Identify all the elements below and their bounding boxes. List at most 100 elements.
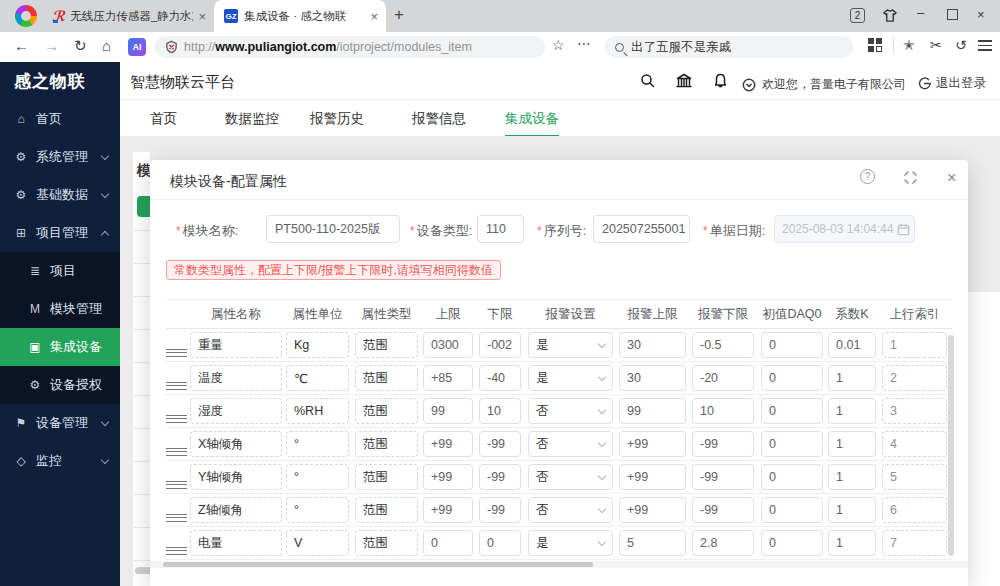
cell-adown[interactable]: 2.8 <box>692 530 754 556</box>
cell-init[interactable]: 0 <box>761 431 823 457</box>
cell-name[interactable]: Y轴倾角 <box>190 464 282 490</box>
cell-idx[interactable]: 5 <box>882 464 947 490</box>
cell-adown[interactable]: 10 <box>692 398 754 424</box>
cell-unit[interactable]: %RH <box>286 398 349 424</box>
cell-idx[interactable]: 4 <box>882 431 947 457</box>
cell-unit[interactable]: ° <box>286 497 349 523</box>
window-minimize-button[interactable]: – <box>917 5 924 20</box>
cell-init[interactable]: 0 <box>761 464 823 490</box>
browser-tab-inactive[interactable]: ℛ 无线压力传感器_静力水准仪_ × <box>42 0 214 32</box>
cell-init[interactable]: 0 <box>761 332 823 358</box>
drag-handle-icon[interactable] <box>166 481 187 489</box>
tab1-close-icon[interactable]: × <box>198 9 206 24</box>
apps-grid-icon[interactable] <box>868 38 883 53</box>
cell-down[interactable]: -40 <box>479 365 521 391</box>
cell-aup[interactable]: 5 <box>619 530 686 556</box>
window-maximize-button[interactable] <box>947 9 958 20</box>
cell-coef[interactable]: 1 <box>828 530 876 556</box>
home-button[interactable]: ⌂ <box>102 37 111 54</box>
cell-coef[interactable]: 1 <box>828 464 876 490</box>
cell-down[interactable]: -99 <box>479 497 521 523</box>
cell-up[interactable]: +99 <box>423 497 473 523</box>
cell-init[interactable]: 0 <box>761 365 823 391</box>
cell-down[interactable]: -99 <box>479 431 521 457</box>
cell-name[interactable]: 重量 <box>190 332 282 358</box>
cell-adown[interactable]: -99 <box>692 497 754 523</box>
tab-3[interactable]: 报警信息 <box>412 110 466 128</box>
cell-up[interactable]: 0 <box>423 530 473 556</box>
tab-1[interactable]: 数据监控 <box>225 110 279 128</box>
drag-handle-icon[interactable] <box>166 415 187 423</box>
cell-type[interactable]: 范围 <box>355 464 418 490</box>
header-bell-icon[interactable] <box>713 73 728 92</box>
cell-idx[interactable]: 1 <box>882 332 947 358</box>
more-options-icon[interactable]: ⋯ <box>577 35 592 51</box>
browser-logo-icon[interactable] <box>15 5 37 27</box>
cell-type[interactable]: 范围 <box>355 497 418 523</box>
cell-unit[interactable]: ℃ <box>286 365 349 391</box>
cell-alarm[interactable]: 否 <box>528 497 613 523</box>
cell-up[interactable]: 0300 <box>423 332 473 358</box>
drag-handle-icon[interactable] <box>166 349 187 357</box>
back-button[interactable]: ← <box>14 37 29 54</box>
cell-up[interactable]: +99 <box>423 464 473 490</box>
cell-coef[interactable]: 1 <box>828 431 876 457</box>
cell-up[interactable]: +85 <box>423 365 473 391</box>
cell-unit[interactable]: Kg <box>286 332 349 358</box>
cell-down[interactable]: 0 <box>479 530 521 556</box>
cell-up[interactable]: +99 <box>423 431 473 457</box>
cell-idx[interactable]: 7 <box>882 530 947 556</box>
sidebar-item-4[interactable]: ≣项目 <box>0 252 120 290</box>
cell-alarm[interactable]: 否 <box>528 431 613 457</box>
cell-alarm[interactable]: 是 <box>528 332 613 358</box>
cell-coef[interactable]: 0.01 <box>828 332 876 358</box>
cell-idx[interactable]: 3 <box>882 398 947 424</box>
cell-down[interactable]: -99 <box>479 464 521 490</box>
browser-tab-active[interactable]: GZ 集成设备 · 感之物联 × <box>214 0 386 32</box>
cell-type[interactable]: 范围 <box>355 431 418 457</box>
cell-aup[interactable]: 30 <box>619 365 686 391</box>
bookmark-star-icon[interactable]: ☆ <box>552 37 565 53</box>
table-vertical-scrollbar[interactable] <box>948 335 954 556</box>
drag-handle-icon[interactable] <box>166 514 187 522</box>
cell-aup[interactable]: +99 <box>619 464 686 490</box>
logout-button[interactable]: 退出登录 <box>918 75 986 92</box>
form-input-1[interactable]: 110 <box>477 215 524 243</box>
form-input-2[interactable]: 202507255001 <box>593 215 690 243</box>
cell-init[interactable]: 0 <box>761 398 823 424</box>
history-undo-icon[interactable]: ↺ <box>955 37 967 53</box>
cell-init[interactable]: 0 <box>761 497 823 523</box>
cell-type[interactable]: 范围 <box>355 530 418 556</box>
dialog-close-icon[interactable]: × <box>947 169 956 187</box>
address-bar[interactable]: http://www.puliangiot.com/iotproject/mod… <box>155 36 545 58</box>
cell-down[interactable]: -002 <box>479 332 521 358</box>
ai-assistant-icon[interactable]: AI <box>128 38 146 56</box>
cell-idx[interactable]: 6 <box>882 497 947 523</box>
cell-alarm[interactable]: 是 <box>528 530 613 556</box>
cell-type[interactable]: 范围 <box>355 332 418 358</box>
cell-aup[interactable]: +99 <box>619 431 686 457</box>
tab-count-badge[interactable]: 2 <box>850 8 865 23</box>
tab2-close-icon[interactable]: × <box>370 9 378 24</box>
tab-4[interactable]: 集成设备 <box>505 110 559 128</box>
fullscreen-icon[interactable] <box>904 171 917 184</box>
sidebar-item-0[interactable]: ⌂首页 <box>0 100 120 138</box>
cell-adown[interactable]: -0.5 <box>692 332 754 358</box>
sidebar-item-7[interactable]: ⚙设备授权 <box>0 366 120 404</box>
sidebar-item-8[interactable]: ⚑设备管理 <box>0 404 120 442</box>
sidebar-item-9[interactable]: ◇监控 <box>0 442 120 480</box>
cell-adown[interactable]: -99 <box>692 464 754 490</box>
welcome-user[interactable]: 欢迎您，普量电子有限公司 <box>742 76 906 93</box>
favorites-list-icon[interactable]: ✭ <box>903 37 915 53</box>
cell-adown[interactable]: -99 <box>692 431 754 457</box>
drag-handle-icon[interactable] <box>166 547 187 555</box>
cell-alarm[interactable]: 否 <box>528 464 613 490</box>
cell-down[interactable]: 10 <box>479 398 521 424</box>
cell-aup[interactable]: +99 <box>619 497 686 523</box>
theme-icon[interactable] <box>883 9 897 25</box>
table-horizontal-scrollbar[interactable] <box>150 561 968 568</box>
window-close-button[interactable]: × <box>977 7 985 22</box>
cell-alarm[interactable]: 是 <box>528 365 613 391</box>
header-search-icon[interactable] <box>640 73 655 92</box>
cell-adown[interactable]: -20 <box>692 365 754 391</box>
